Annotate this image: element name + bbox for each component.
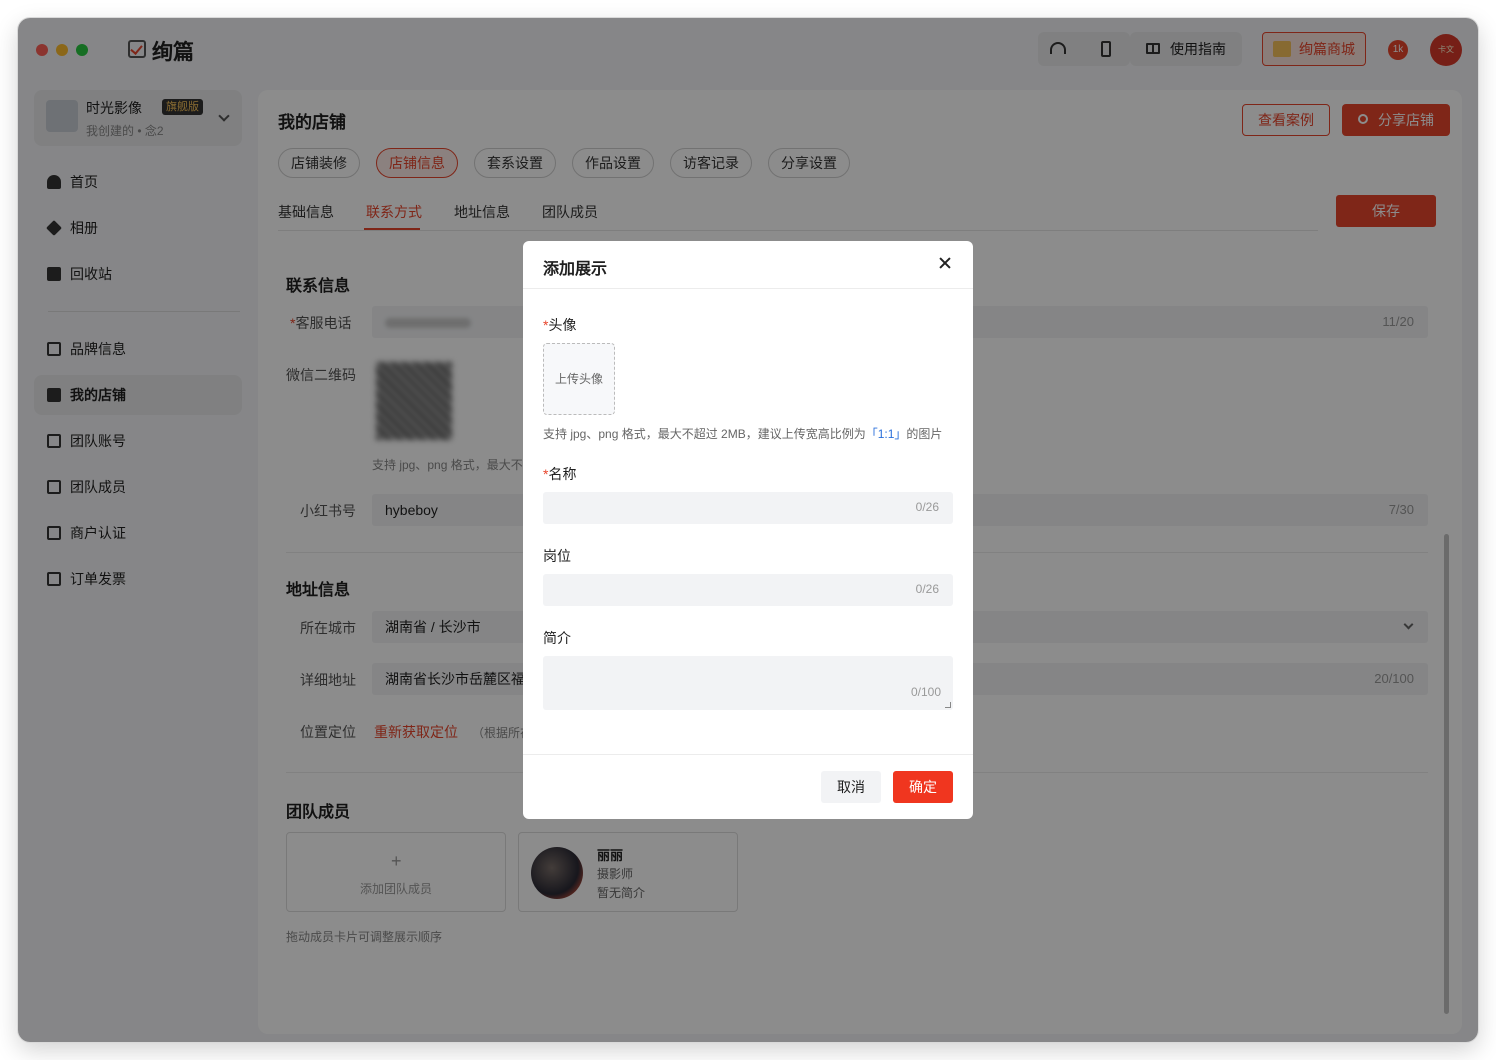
resize-handle-icon[interactable] (945, 702, 951, 708)
dialog-header-divider (523, 288, 973, 289)
name-count: 0/26 (915, 500, 939, 514)
position-label: 岗位 (543, 548, 571, 564)
upload-help-prefix: 支持 jpg、png 格式，最大不超过 2MB，建议上传宽高比例为 (543, 427, 866, 441)
upload-avatar-button[interactable]: 上传头像 (543, 343, 615, 415)
name-input[interactable]: 0/26 (543, 492, 953, 524)
confirm-button[interactable]: 确定 (893, 771, 953, 803)
upload-help-suffix: 的图片 (906, 427, 943, 441)
app-window: 绚篇 使用指南 绚篇商城 1k 卡文 时光影像 旗舰版 我创建的 • 念2 首页… (18, 18, 1478, 1042)
name-label-text: 名称 (548, 466, 577, 482)
dialog-footer-divider (523, 754, 973, 755)
avatar-label-text: 头像 (548, 317, 577, 333)
cancel-button[interactable]: 取消 (821, 771, 881, 803)
position-input[interactable]: 0/26 (543, 574, 953, 606)
bio-count: 0/100 (910, 685, 941, 699)
bio-label: 简介 (543, 630, 571, 646)
bio-textarea[interactable]: 0/100 (543, 656, 953, 710)
upload-help: 支持 jpg、png 格式，最大不超过 2MB，建议上传宽高比例为「1:1」的图… (543, 425, 942, 442)
position-count: 0/26 (915, 582, 939, 596)
name-label: *名称 (543, 464, 576, 484)
upload-help-ratio: 「1:1」 (865, 427, 907, 441)
add-display-dialog: 添加展示 *头像 上传头像 支持 jpg、png 格式，最大不超过 2MB，建议… (523, 241, 973, 819)
close-icon[interactable] (935, 253, 955, 273)
avatar-label: *头像 (543, 315, 576, 335)
dialog-title: 添加展示 (543, 261, 608, 278)
